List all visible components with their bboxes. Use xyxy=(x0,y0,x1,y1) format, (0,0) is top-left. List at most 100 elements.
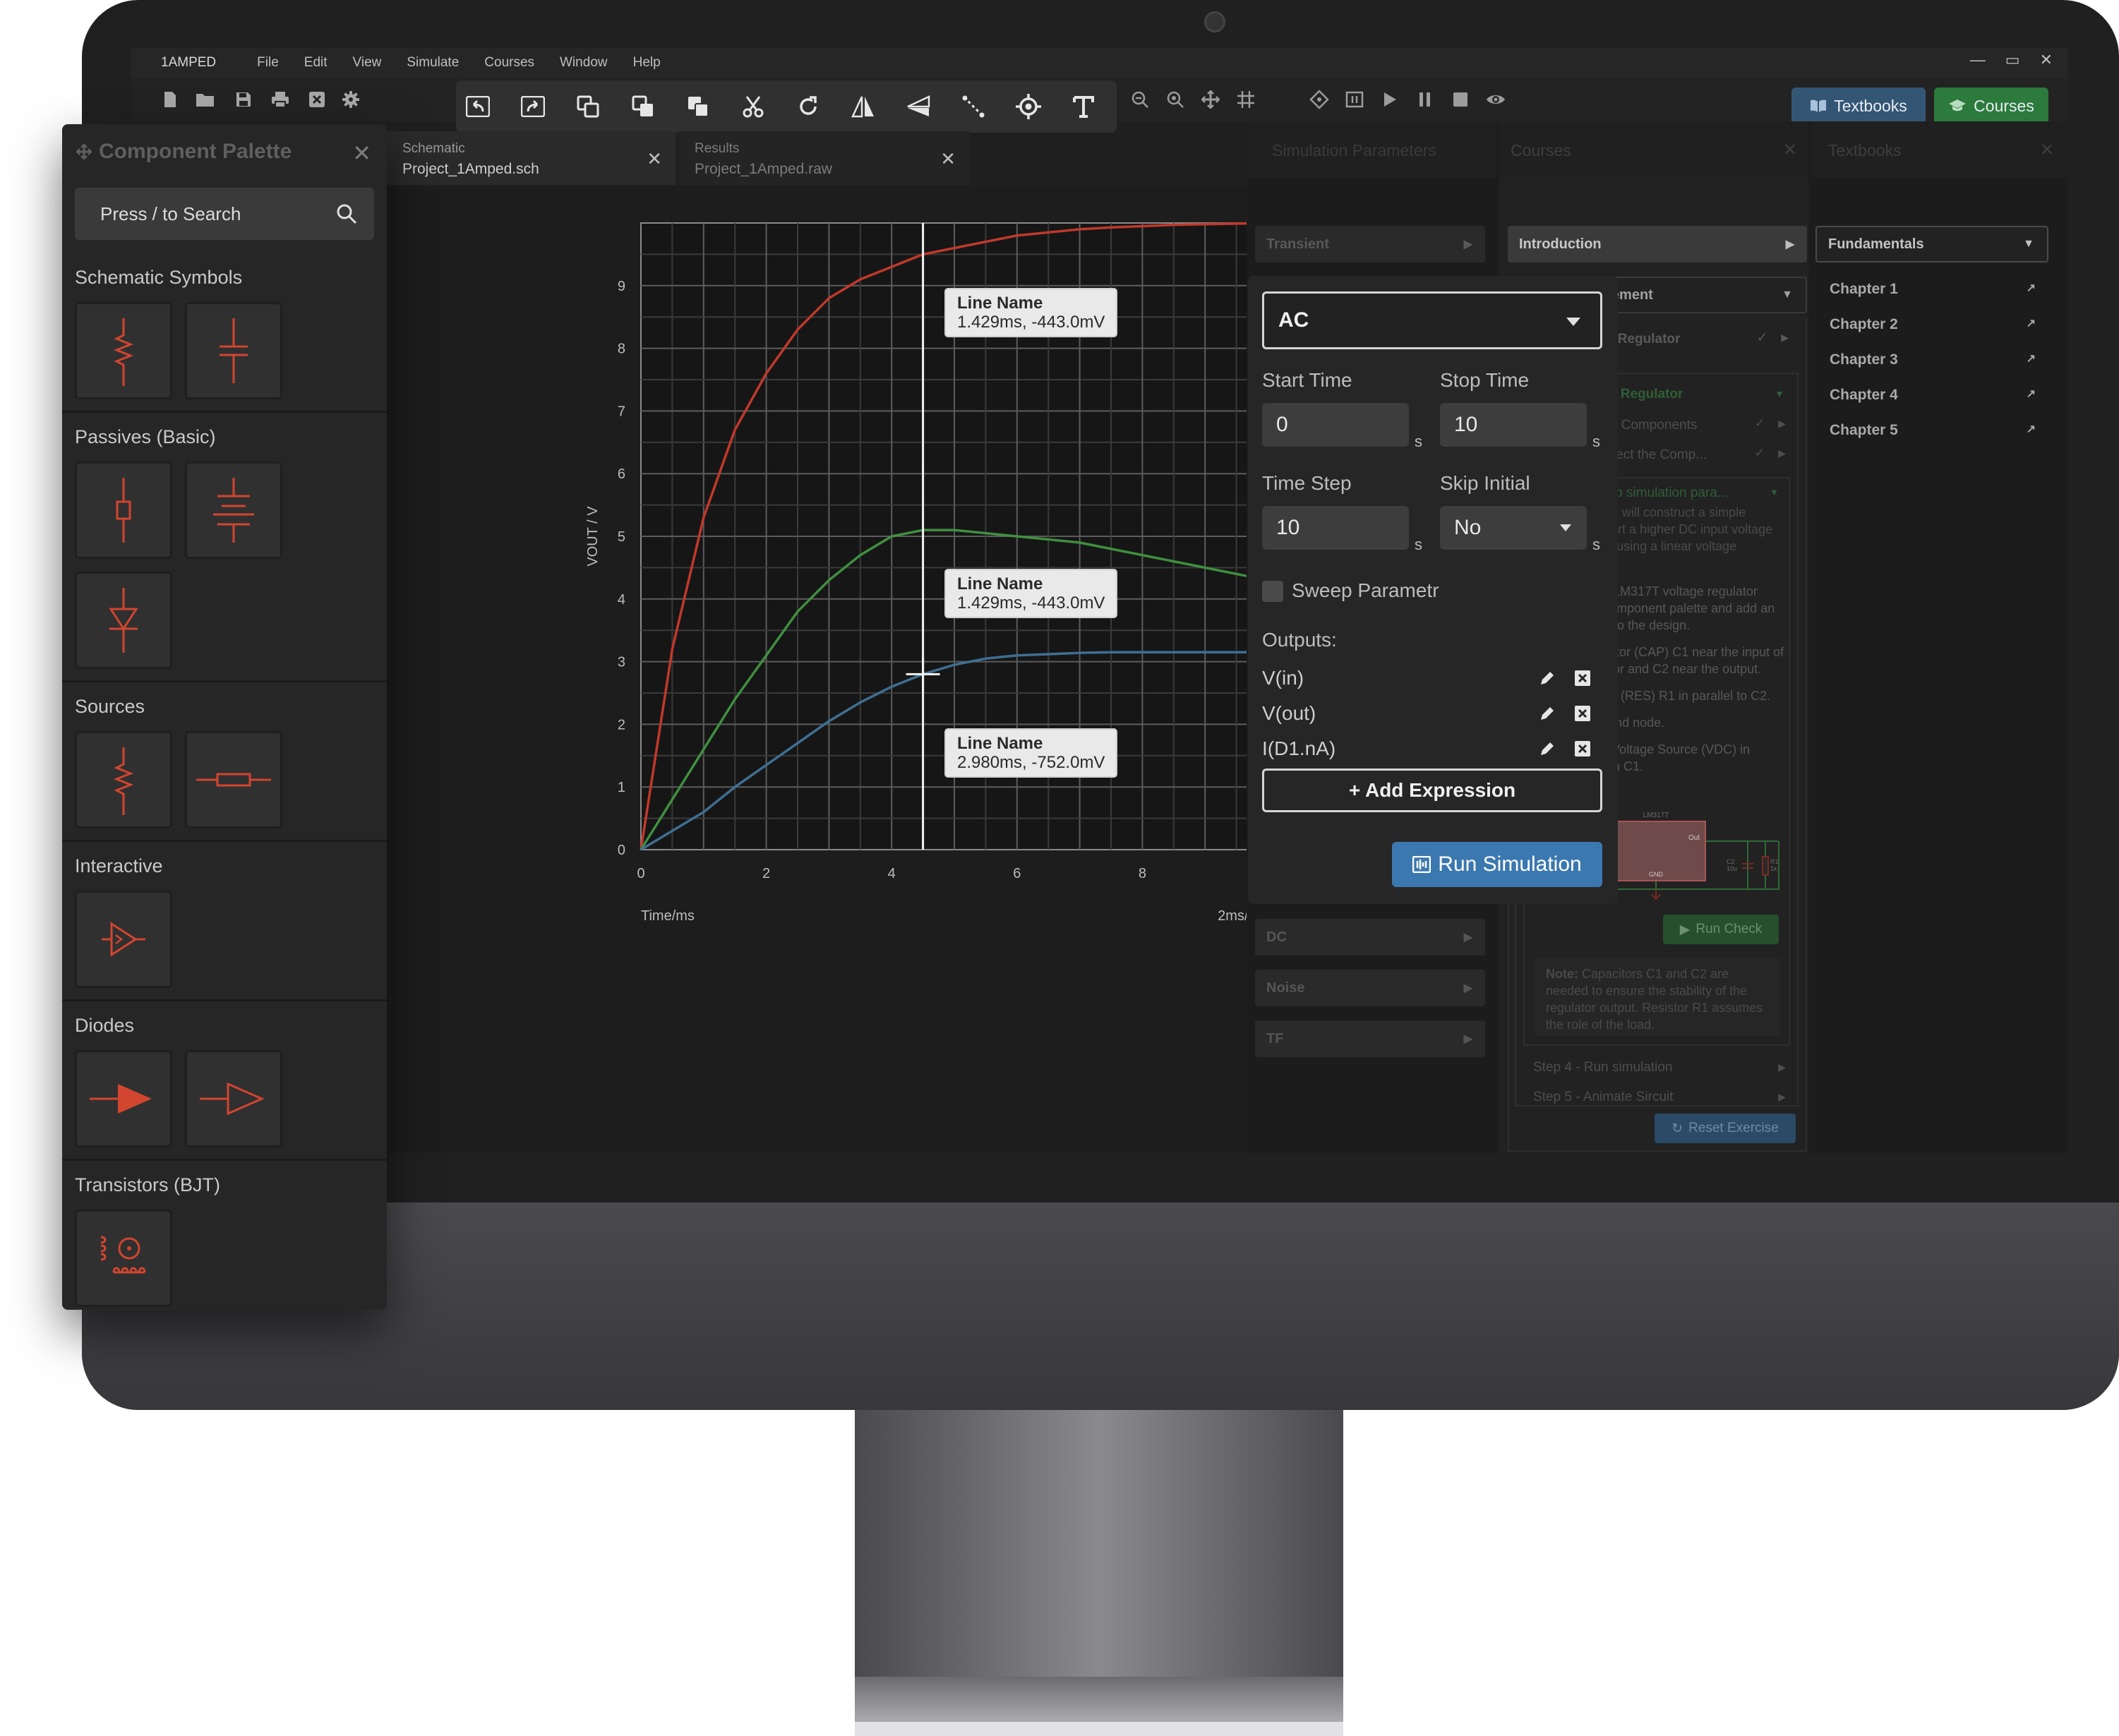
analysis-type-select[interactable]: AC xyxy=(1262,291,1602,349)
waveform-chart[interactable]: 02468100123456789Time/ms2ms/divVOUT / V xyxy=(385,186,1372,1153)
undo-icon[interactable] xyxy=(464,93,491,120)
close-tab-icon[interactable]: ✕ xyxy=(940,148,956,170)
external-link-icon: ↗ xyxy=(2026,318,2036,330)
chapter-item[interactable]: Chapter 2 ↗ xyxy=(1830,316,2041,351)
pan-icon[interactable] xyxy=(1200,89,1221,110)
close-window-button[interactable]: ✕ xyxy=(2040,51,2053,69)
zoom-in-icon[interactable] xyxy=(1165,89,1186,110)
copy-icon[interactable] xyxy=(575,93,601,120)
zoom-out-icon[interactable] xyxy=(1129,89,1151,110)
transistor-tile[interactable] xyxy=(75,1210,172,1307)
current-source-tile[interactable] xyxy=(185,731,282,828)
text-tool-icon[interactable] xyxy=(1070,93,1097,120)
delete-icon[interactable] xyxy=(1573,668,1592,688)
delete-icon[interactable] xyxy=(1573,704,1592,723)
tab-results[interactable]: Results Project_1Amped.raw ✕ xyxy=(679,131,970,185)
cut-icon[interactable] xyxy=(740,93,767,120)
menu-simulate[interactable]: Simulate xyxy=(407,55,459,71)
note-box: Note: Capacitors C1 and C2 are needed to… xyxy=(1535,958,1780,1036)
reset-exercise-button[interactable]: ↻ Reset Exercise xyxy=(1655,1114,1796,1143)
diode-filled-tile[interactable] xyxy=(75,1050,172,1147)
settings-gear-icon[interactable] xyxy=(340,89,361,110)
stop-time-input[interactable]: 10 xyxy=(1440,403,1587,447)
r1-value: 1k xyxy=(1770,865,1777,872)
section-transistors: Transistors (BJT) xyxy=(75,1174,221,1195)
time-step-input[interactable]: 10 xyxy=(1262,506,1409,550)
chip-label: LM317T xyxy=(1643,812,1669,819)
tab-results-file: Project_1Amped.raw xyxy=(695,161,832,177)
run-check-button[interactable]: ▶ Run Check xyxy=(1663,915,1779,944)
step-5[interactable]: Step 5 - Animate Sircuit xyxy=(1533,1090,1674,1105)
print-icon[interactable] xyxy=(270,89,291,110)
rotate-icon[interactable] xyxy=(795,93,822,120)
menu-courses[interactable]: Courses xyxy=(484,55,534,71)
diode-symbol-tile[interactable] xyxy=(75,572,172,669)
skip-initial-select[interactable]: No xyxy=(1440,506,1587,550)
start-time-input[interactable]: 0 xyxy=(1262,403,1409,447)
tab-schematic[interactable]: Schematic Project_1Amped.sch ✕ xyxy=(387,131,676,185)
minimize-button[interactable]: — xyxy=(1970,51,1986,69)
x-tick-label: 4 xyxy=(888,866,896,881)
section-tf[interactable]: TF ▶ xyxy=(1255,1020,1485,1057)
chapter-item[interactable]: Chapter 1 ↗ xyxy=(1830,281,2041,316)
textbook-select[interactable]: Fundamentals ▼ xyxy=(1815,226,2048,263)
new-file-icon[interactable] xyxy=(160,89,181,110)
flip-horizontal-icon[interactable] xyxy=(850,93,877,120)
chapter-item[interactable]: Chapter 5 ↗ xyxy=(1830,422,2041,457)
step-4[interactable]: Step 4 - Run simulation xyxy=(1533,1060,1673,1075)
run-simulation-button[interactable]: Run Simulation xyxy=(1392,842,1602,887)
menu-file[interactable]: File xyxy=(257,55,279,71)
move-icon[interactable] xyxy=(76,144,92,159)
paste-icon[interactable] xyxy=(685,93,712,120)
save-icon[interactable] xyxy=(233,89,254,110)
delete-icon[interactable] xyxy=(1573,739,1592,759)
pencil-icon[interactable] xyxy=(1537,704,1557,723)
y-tick-label: 7 xyxy=(618,404,625,419)
pencil-icon[interactable] xyxy=(1537,668,1557,688)
play-icon[interactable] xyxy=(1379,89,1400,110)
courses-button[interactable]: Courses xyxy=(1934,88,2048,124)
inductor-tile[interactable] xyxy=(75,462,172,559)
resistor-symbol-tile[interactable] xyxy=(75,302,172,399)
maximize-button[interactable]: ▭ xyxy=(2005,51,2020,69)
eye-icon[interactable] xyxy=(1485,89,1506,110)
wire-tool-icon[interactable] xyxy=(960,93,987,120)
probe-icon[interactable] xyxy=(1309,89,1330,110)
pencil-icon[interactable] xyxy=(1537,739,1557,759)
diode-outline-tile[interactable] xyxy=(185,1050,282,1147)
section-transient[interactable]: Transient ▶ xyxy=(1255,226,1485,263)
step-icon[interactable] xyxy=(1344,89,1365,110)
section-noise[interactable]: Noise ▶ xyxy=(1255,970,1485,1006)
palette-search-input[interactable]: Press / to Search xyxy=(75,188,374,240)
pause-icon[interactable] xyxy=(1415,89,1436,110)
chapter-item[interactable]: Chapter 4 ↗ xyxy=(1830,387,2041,422)
close-file-icon[interactable] xyxy=(306,89,328,110)
add-expression-button[interactable]: + Add Expression xyxy=(1262,768,1602,812)
close-icon[interactable]: ✕ xyxy=(352,140,371,167)
close-panel-icon[interactable]: ✕ xyxy=(1783,140,1797,160)
switch-tile[interactable] xyxy=(75,891,172,988)
menu-window[interactable]: Window xyxy=(560,55,608,71)
menu-view[interactable]: View xyxy=(353,55,382,71)
stop-icon[interactable] xyxy=(1450,89,1471,110)
duplicate-icon[interactable] xyxy=(630,93,656,120)
textbooks-button[interactable]: Textbooks xyxy=(1791,88,1926,124)
waveform-plot-area[interactable]: 02468100123456789Time/ms2ms/divVOUT / V … xyxy=(385,186,1372,1153)
course-introduction[interactable]: Introduction ▶ xyxy=(1508,226,1807,263)
menu-help[interactable]: Help xyxy=(633,55,661,71)
variable-capacitor-tile[interactable] xyxy=(185,462,282,559)
crosshair-icon[interactable] xyxy=(1015,93,1042,120)
chapter-item[interactable]: Chapter 3 ↗ xyxy=(1830,351,2041,387)
voltage-source-tile[interactable] xyxy=(75,731,172,828)
capacitor-symbol-tile[interactable] xyxy=(185,302,282,399)
redo-icon[interactable] xyxy=(520,93,546,120)
close-tab-icon[interactable]: ✕ xyxy=(647,148,662,170)
app-screen: 1AMPED File Edit View Simulate Courses W… xyxy=(131,48,2068,1153)
open-folder-icon[interactable] xyxy=(195,89,216,110)
menu-edit[interactable]: Edit xyxy=(304,55,328,71)
grid-icon[interactable] xyxy=(1235,89,1256,110)
flip-vertical-icon[interactable] xyxy=(905,93,932,120)
close-panel-icon[interactable]: ✕ xyxy=(2040,140,2054,160)
section-dc[interactable]: DC ▶ xyxy=(1255,919,1485,956)
sweep-checkbox[interactable] xyxy=(1262,581,1283,602)
